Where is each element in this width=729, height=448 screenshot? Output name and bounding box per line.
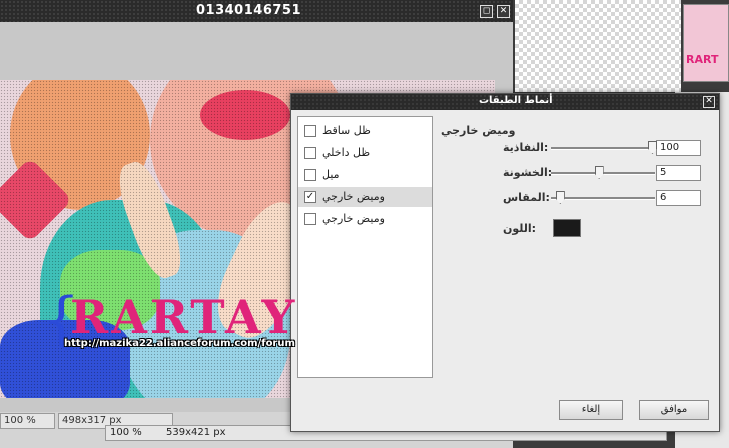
document-titlebar[interactable]: 01340146751 ◻ ✕ xyxy=(0,0,513,22)
art-shape xyxy=(200,90,290,140)
preview-text: RART xyxy=(686,53,719,66)
style-list: ظل ساقط ظل داخلي ميل ✓ وميض خارجي وميض خارجي xyxy=(297,116,433,378)
navigator-thumbnail[interactable] xyxy=(515,0,681,92)
style-label: ظل داخلي xyxy=(322,146,371,159)
zoom-field[interactable]: 100 % xyxy=(0,413,55,429)
style-label: وميض خارجي xyxy=(322,190,385,203)
style-item[interactable]: ظل ساقط xyxy=(298,121,432,141)
style-checkbox[interactable] xyxy=(304,125,316,137)
style-item[interactable]: وميض خارجي xyxy=(298,209,432,229)
color-swatch[interactable] xyxy=(553,219,581,237)
restore-icon[interactable]: ◻ xyxy=(480,5,493,18)
opacity-slider[interactable] xyxy=(551,147,655,150)
effect-heading: وميض خارجي xyxy=(441,124,516,137)
dialog-titlebar[interactable]: أنماط الطبقات ✕ xyxy=(291,94,719,110)
document-size: 539x421 px xyxy=(166,427,226,438)
cancel-button[interactable]: إلغاء xyxy=(559,400,623,420)
close-icon[interactable]: ✕ xyxy=(497,5,510,18)
slider-thumb[interactable] xyxy=(555,191,565,204)
style-item[interactable]: ظل داخلي xyxy=(298,143,432,163)
style-label: وميض خارجي xyxy=(322,212,385,225)
art-logo-text: RARTAY xyxy=(70,290,298,344)
opacity-label: :النفاذية xyxy=(503,141,549,154)
style-checkbox[interactable] xyxy=(304,169,316,181)
color-label: :اللون xyxy=(503,222,537,235)
roughness-label: :الخشونة xyxy=(503,166,553,179)
zoom-field[interactable]: 100 % xyxy=(110,426,142,440)
ok-button[interactable]: موافق xyxy=(639,400,709,420)
style-item[interactable]: ✓ وميض خارجي xyxy=(298,187,432,207)
size-label: :المقاس xyxy=(503,191,550,204)
style-checkbox[interactable] xyxy=(304,213,316,225)
style-label: ميل xyxy=(322,168,340,181)
opacity-input[interactable]: 100 xyxy=(656,140,701,156)
document-title: 01340146751 xyxy=(196,3,301,18)
size-input[interactable]: 6 xyxy=(656,190,701,206)
art-url-text: http://mazika22.alianceforum.com/forum xyxy=(64,338,295,349)
roughness-input[interactable]: 5 xyxy=(656,165,701,181)
style-checkbox[interactable] xyxy=(304,147,316,159)
style-item[interactable]: ميل xyxy=(298,165,432,185)
layer-styles-dialog: أنماط الطبقات ✕ ظل ساقط ظل داخلي ميل ✓ وميض … xyxy=(290,93,720,432)
dialog-title: أنماط الطبقات xyxy=(479,95,553,106)
close-icon[interactable]: ✕ xyxy=(703,96,715,108)
size-slider[interactable] xyxy=(551,197,655,200)
slider-thumb[interactable] xyxy=(594,166,604,179)
navigator-preview[interactable]: RART xyxy=(683,4,729,82)
style-label: ظل ساقط xyxy=(322,124,371,137)
style-checkbox[interactable]: ✓ xyxy=(304,191,316,203)
